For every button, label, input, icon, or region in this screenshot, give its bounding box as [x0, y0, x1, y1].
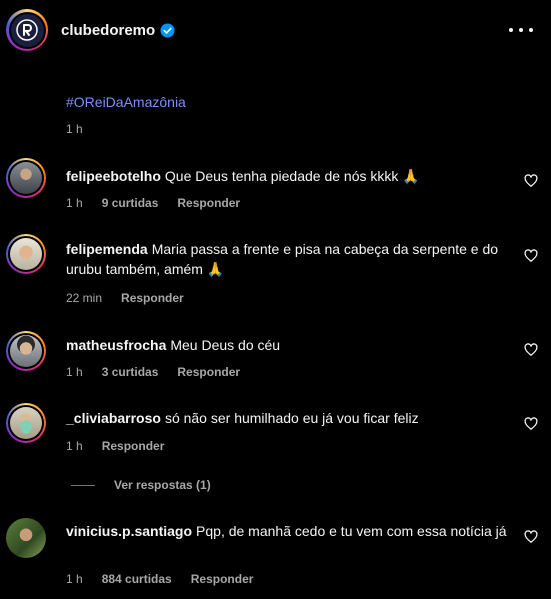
comment-avatar[interactable] — [6, 403, 46, 443]
comment-meta: 1 h 884 curtidas Responder — [66, 572, 253, 586]
comment-username[interactable]: felipemenda — [66, 241, 148, 257]
comment-meta: 22 min Responder — [66, 291, 184, 305]
reply-button[interactable]: Responder — [191, 572, 254, 586]
header-username[interactable]: clubedoremo — [61, 22, 155, 39]
comment-avatar[interactable] — [6, 234, 46, 274]
avatar-photo — [10, 407, 42, 439]
comment-time: 1 h — [66, 365, 83, 379]
like-heart-icon[interactable] — [524, 417, 538, 431]
comment-meta: 1 h 3 curtidas Responder — [66, 365, 240, 379]
avatar-photo — [10, 162, 42, 194]
instagram-comments-view: clubedoremo Maracanã. #OReiDaAmazônia 1 … — [0, 0, 551, 599]
comment-text: Que Deus tenha piedade de nós kkkk 🙏 — [164, 168, 420, 184]
comment-text: Pqp, de manhã cedo e tu vem com essa not… — [196, 523, 507, 539]
comment-time: 22 min — [66, 291, 103, 305]
comment-username[interactable]: felipeebotelho — [66, 168, 161, 184]
verified-badge-icon — [160, 22, 175, 38]
avatar-photo — [10, 238, 42, 270]
post-header: clubedoremo — [0, 0, 551, 60]
header-avatar[interactable] — [6, 9, 48, 51]
avatar-photo — [6, 518, 46, 558]
comment-body: felipeebotelho Que Deus tenha piedade de … — [66, 166, 511, 186]
like-heart-icon[interactable] — [524, 530, 538, 544]
comment-body: vinicius.p.santiago Pqp, de manhã cedo e … — [66, 521, 511, 541]
comment-body: _cliviabarroso só não ser humilhado eu já… — [66, 408, 511, 428]
like-heart-icon[interactable] — [524, 343, 538, 357]
comment-time: 1 h — [66, 196, 83, 210]
comment-body: matheusfrocha Meu Deus do céu — [66, 335, 511, 355]
comment-username[interactable]: matheusfrocha — [66, 337, 166, 353]
reply-button[interactable]: Responder — [102, 439, 165, 453]
comment-avatar[interactable] — [6, 518, 46, 558]
reply-button[interactable]: Responder — [177, 196, 240, 210]
view-replies-label: Ver respostas (1) — [114, 478, 211, 492]
more-options-icon[interactable] — [509, 22, 533, 38]
like-heart-icon[interactable] — [524, 174, 538, 188]
comment-time: 1 h — [66, 439, 83, 453]
comment-time: 1 h — [66, 572, 83, 586]
reply-button[interactable]: Responder — [177, 365, 240, 379]
club-logo-icon — [10, 13, 44, 47]
comment-avatar[interactable] — [6, 331, 46, 371]
caption-time: 1 h — [66, 122, 83, 136]
comment-likes[interactable]: 3 curtidas — [102, 365, 159, 379]
caption-hashtag[interactable]: #OReiDaAmazônia — [66, 94, 186, 110]
comment-username[interactable]: _cliviabarroso — [66, 410, 161, 426]
comment-avatar[interactable] — [6, 158, 46, 198]
avatar-photo — [10, 335, 42, 367]
comment-likes[interactable]: 9 curtidas — [102, 196, 159, 210]
comment-meta: 1 h 9 curtidas Responder — [66, 196, 240, 210]
replies-divider — [71, 484, 95, 486]
comment-meta: 1 h Responder — [66, 439, 164, 453]
comment-body: felipemenda Maria passa a frente e pisa n… — [66, 239, 511, 279]
view-replies-button[interactable]: Ver respostas (1) — [71, 478, 211, 492]
like-heart-icon[interactable] — [524, 249, 538, 263]
comment-text: Meu Deus do céu — [170, 337, 281, 353]
comment-username[interactable]: vinicius.p.santiago — [66, 523, 192, 539]
comment-likes[interactable]: 884 curtidas — [102, 572, 172, 586]
reply-button[interactable]: Responder — [121, 291, 184, 305]
comment-text: só não ser humilhado eu já vou ficar fel… — [164, 410, 419, 426]
